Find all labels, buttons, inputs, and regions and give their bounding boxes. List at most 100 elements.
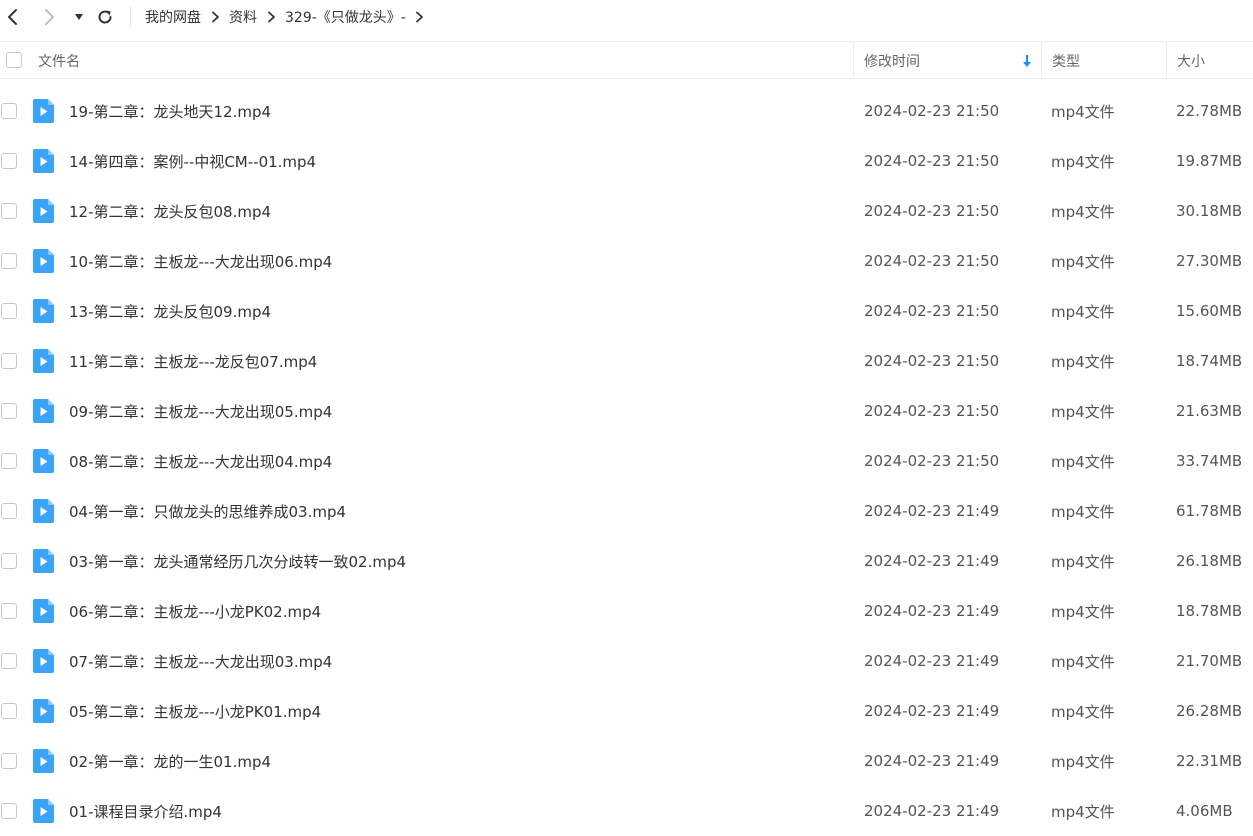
file-type: mp4文件 [1051, 502, 1115, 521]
breadcrumb-item-current-folder[interactable]: 329-《只做龙头》- [285, 7, 406, 27]
row-checkbox[interactable] [1, 203, 17, 219]
file-name[interactable]: 10-第二章：主板龙---大龙出现06.mp4 [69, 236, 332, 286]
file-name[interactable]: 02-第一章：龙的一生01.mp4 [69, 736, 271, 786]
file-name[interactable]: 11-第二章：主板龙---龙反包07.mp4 [69, 336, 317, 386]
file-modified-time: 2024-02-23 21:49 [864, 602, 1000, 620]
table-row[interactable]: 10-第二章：主板龙---大龙出现06.mp4 2024-02-23 21:50 m… [0, 236, 1253, 286]
row-checkbox[interactable] [1, 153, 17, 169]
chevron-right-icon [201, 7, 229, 27]
navigation-toolbar: 我的网盘 资料 329-《只做龙头》- [0, 0, 1253, 34]
file-name[interactable]: 13-第二章：龙头反包09.mp4 [69, 286, 271, 336]
file-modified-time: 2024-02-23 21:50 [864, 452, 1000, 470]
breadcrumb-item-my-drive[interactable]: 我的网盘 [145, 7, 201, 27]
column-divider [853, 42, 854, 79]
table-row[interactable]: 14-第四章：案例--中视CM--01.mp4 2024-02-23 21:50 m… [0, 136, 1253, 186]
row-checkbox[interactable] [1, 553, 17, 569]
file-modified-time: 2024-02-23 21:50 [864, 102, 1000, 120]
file-type: mp4文件 [1051, 352, 1115, 371]
row-checkbox[interactable] [1, 503, 17, 519]
video-file-icon [33, 399, 54, 423]
file-name[interactable]: 05-第二章：主板龙---小龙PK01.mp4 [69, 686, 321, 736]
table-row[interactable]: 02-第一章：龙的一生01.mp4 2024-02-23 21:49 mp4文件 22… [0, 736, 1253, 786]
file-modified-time: 2024-02-23 21:50 [864, 402, 1000, 420]
file-name[interactable]: 03-第一章：龙头通常经历几次分歧转一致02.mp4 [69, 536, 406, 586]
table-row[interactable]: 04-第一章：只做龙头的思维养成03.mp4 2024-02-23 21:49 mp… [0, 486, 1253, 536]
video-file-icon [33, 299, 54, 323]
row-checkbox[interactable] [1, 803, 17, 819]
table-row[interactable]: 13-第二章：龙头反包09.mp4 2024-02-23 21:50 mp4文件 15… [0, 286, 1253, 336]
file-modified-time: 2024-02-23 21:49 [864, 552, 1000, 570]
column-header-type[interactable]: 类型 [1052, 42, 1080, 79]
table-row[interactable]: 03-第一章：龙头通常经历几次分歧转一致02.mp4 2024-02-23 21:… [0, 536, 1253, 586]
column-header-modified[interactable]: 修改时间 [864, 42, 920, 79]
row-checkbox[interactable] [1, 703, 17, 719]
refresh-button[interactable] [92, 4, 118, 30]
row-checkbox[interactable] [1, 253, 17, 269]
video-file-icon [33, 749, 54, 773]
file-list-header: 文件名 修改时间 类型 大小 [0, 41, 1253, 79]
file-size: 21.70MB [1176, 652, 1243, 670]
select-all-checkbox[interactable] [6, 52, 22, 68]
file-type: mp4文件 [1051, 802, 1115, 821]
table-row[interactable]: 06-第二章：主板龙---小龙PK02.mp4 2024-02-23 21:49 m… [0, 586, 1253, 636]
file-name[interactable]: 07-第二章：主板龙---大龙出现03.mp4 [69, 636, 332, 686]
row-checkbox[interactable] [1, 603, 17, 619]
video-file-icon [33, 599, 54, 623]
file-type: mp4文件 [1051, 652, 1115, 671]
file-name[interactable]: 04-第一章：只做龙头的思维养成03.mp4 [69, 486, 346, 536]
file-modified-time: 2024-02-23 21:49 [864, 702, 1000, 720]
file-name[interactable]: 01-课程目录介绍.mp4 [69, 786, 222, 836]
row-checkbox[interactable] [1, 103, 17, 119]
row-checkbox[interactable] [1, 303, 17, 319]
file-modified-time: 2024-02-23 21:50 [864, 302, 1000, 320]
forward-button[interactable] [36, 4, 62, 30]
video-file-icon [33, 449, 54, 473]
video-file-icon [33, 649, 54, 673]
history-dropdown-button[interactable] [66, 4, 92, 30]
toolbar-divider [130, 6, 131, 28]
file-type: mp4文件 [1051, 452, 1115, 471]
video-file-icon [33, 349, 54, 373]
refresh-icon [98, 10, 112, 24]
file-type: mp4文件 [1051, 752, 1115, 771]
video-file-icon [33, 99, 54, 123]
sort-down-arrow-icon[interactable] [1022, 42, 1032, 79]
column-header-size[interactable]: 大小 [1177, 42, 1205, 79]
caret-down-icon [75, 14, 83, 20]
table-row[interactable]: 11-第二章：主板龙---龙反包07.mp4 2024-02-23 21:50 mp… [0, 336, 1253, 386]
file-type: mp4文件 [1051, 152, 1115, 171]
row-checkbox[interactable] [1, 353, 17, 369]
table-row[interactable]: 09-第二章：主板龙---大龙出现05.mp4 2024-02-23 21:50 m… [0, 386, 1253, 436]
breadcrumb-item-materials[interactable]: 资料 [229, 7, 257, 27]
back-button[interactable] [0, 4, 26, 30]
file-size: 27.30MB [1176, 252, 1243, 270]
video-file-icon [33, 549, 54, 573]
file-name[interactable]: 06-第二章：主板龙---小龙PK02.mp4 [69, 586, 321, 636]
file-name[interactable]: 19-第二章：龙头地天12.mp4 [69, 86, 271, 136]
table-row[interactable]: 05-第二章：主板龙---小龙PK01.mp4 2024-02-23 21:49 m… [0, 686, 1253, 736]
table-row[interactable]: 01-课程目录介绍.mp4 2024-02-23 21:49 mp4文件 4.06MB [0, 786, 1253, 836]
table-row[interactable]: 08-第二章：主板龙---大龙出现04.mp4 2024-02-23 21:50 m… [0, 436, 1253, 486]
file-size: 21.63MB [1176, 402, 1243, 420]
file-type: mp4文件 [1051, 702, 1115, 721]
video-file-icon [33, 199, 54, 223]
row-checkbox[interactable] [1, 753, 17, 769]
row-checkbox[interactable] [1, 653, 17, 669]
file-type: mp4文件 [1051, 102, 1115, 121]
column-header-name[interactable]: 文件名 [38, 42, 80, 79]
video-file-icon [33, 249, 54, 273]
file-modified-time: 2024-02-23 21:49 [864, 802, 1000, 820]
file-size: 26.18MB [1176, 552, 1243, 570]
video-file-icon [33, 499, 54, 523]
table-row[interactable]: 19-第二章：龙头地天12.mp4 2024-02-23 21:50 mp4文件 22… [0, 86, 1253, 136]
row-checkbox[interactable] [1, 403, 17, 419]
file-modified-time: 2024-02-23 21:50 [864, 202, 1000, 220]
file-name[interactable]: 12-第二章：龙头反包08.mp4 [69, 186, 271, 236]
file-size: 61.78MB [1176, 502, 1243, 520]
file-name[interactable]: 14-第四章：案例--中视CM--01.mp4 [69, 136, 316, 186]
row-checkbox[interactable] [1, 453, 17, 469]
file-name[interactable]: 08-第二章：主板龙---大龙出现04.mp4 [69, 436, 332, 486]
table-row[interactable]: 07-第二章：主板龙---大龙出现03.mp4 2024-02-23 21:49 m… [0, 636, 1253, 686]
file-name[interactable]: 09-第二章：主板龙---大龙出现05.mp4 [69, 386, 332, 436]
table-row[interactable]: 12-第二章：龙头反包08.mp4 2024-02-23 21:50 mp4文件 30… [0, 186, 1253, 236]
